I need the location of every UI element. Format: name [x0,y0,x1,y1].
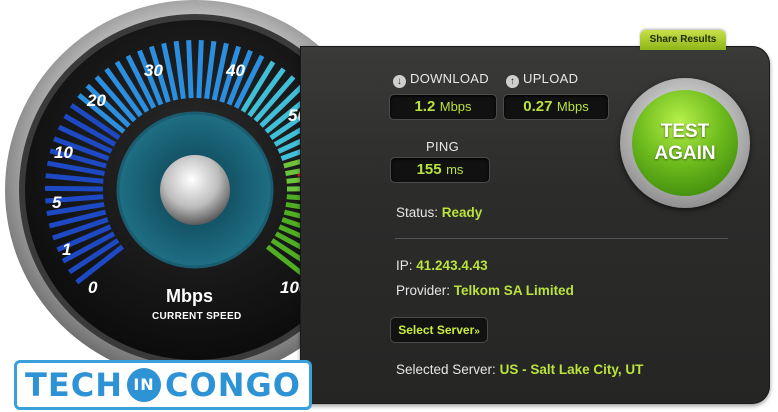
ping-value: 155 [416,161,442,178]
test-again-button[interactable]: TEST AGAIN [632,90,738,196]
selected-server-value: US - Salt Lake City, UT [499,362,644,377]
scale-label: 20 [87,91,106,110]
scale-label: 0 [88,278,98,297]
provider-row: Provider: Telkom SA Limited [396,283,574,298]
download-unit: Mbps [439,99,472,114]
upload-label-text: UPLOAD [523,71,579,86]
download-value: 1.2 [414,98,436,115]
download-arrow-icon: ↓ [393,75,406,88]
test-again-line1: TEST [660,121,710,142]
download-label-text: DOWNLOAD [410,71,489,86]
gauge-unit: Mbps [166,286,213,306]
divider [395,238,728,239]
select-server-label: Select Server [398,323,475,337]
upload-value-box: 0.27 Mbps [503,94,609,120]
provider-label: Provider: [396,283,451,298]
scale-label: 5 [52,193,62,212]
logo-text-middle: IN [127,368,161,402]
scale-label: 30 [144,61,163,80]
gauge-tick [44,185,104,192]
logo-text-left: TECH [25,366,123,404]
upload-arrow-icon: ↑ [506,75,519,88]
gauge-caption: CURRENT SPEED [152,311,242,322]
scale-label: 10 [54,143,73,162]
ping-label: PING [426,139,459,154]
ip-label: IP: [396,258,413,273]
upload-label: ↑ UPLOAD [506,71,578,88]
ping-value-box: 155 ms [390,157,490,183]
selected-server-row: Selected Server: US - Salt Lake City, UT [396,362,643,377]
download-value-box: 1.2 Mbps [389,94,497,120]
download-label: ↓ DOWNLOAD [393,71,489,88]
ip-value: 41.243.4.43 [416,258,488,273]
gauge-tick [186,40,194,99]
selected-server-label: Selected Server: [396,362,496,377]
chevron-down-icon: » [474,326,480,337]
test-again-line2: AGAIN [654,143,716,164]
status-row: Status: Ready [396,205,482,220]
provider-value: Telkom SA Limited [453,283,574,298]
upload-value: 0.27 [523,98,553,115]
share-results-tab[interactable]: Share Results [640,30,726,50]
ip-row: IP: 41.243.4.43 [396,258,488,273]
scale-label: 1 [62,240,72,259]
status-label: Status: [396,205,439,220]
logo-text-right: CONGO [165,366,301,404]
techincongo-logo: TECH IN CONGO [14,360,312,410]
select-server-button[interactable]: Select Server» [390,317,488,343]
scale-label: 40 [226,61,245,80]
status-value: Ready [441,205,483,220]
upload-unit: Mbps [556,99,589,114]
ping-unit: ms [446,162,464,177]
gauge-tick [196,40,204,99]
